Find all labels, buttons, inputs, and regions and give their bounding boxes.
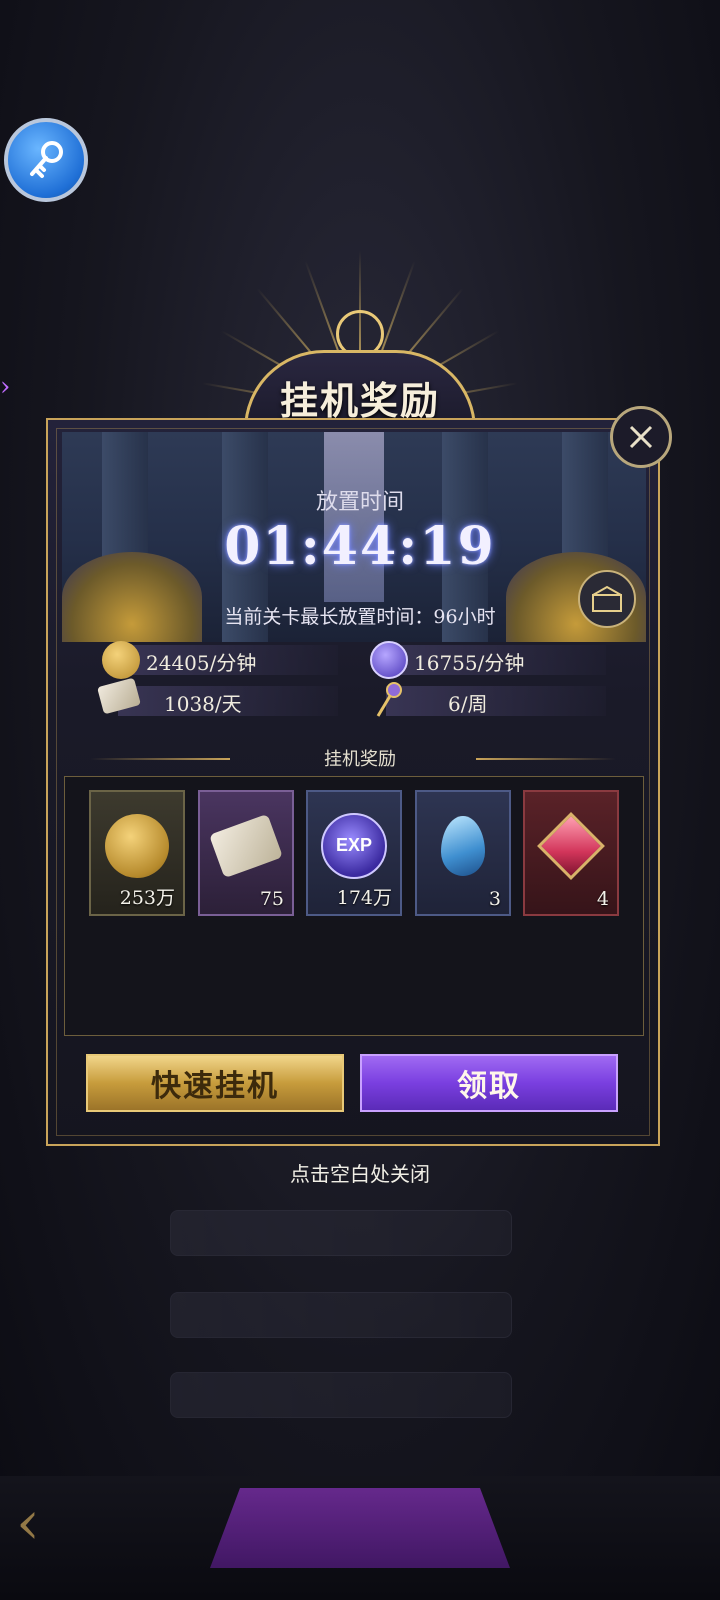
reward-count: 253万 [119,887,175,909]
back-arrow-icon: ‹ [16,1488,40,1558]
scroll-rate: 1038/天 [118,686,338,716]
gold-rate: 24405/分钟 [118,645,338,675]
red-gem-icon [537,811,605,880]
chest-badge[interactable] [578,570,636,628]
key-rate: 6/周 [386,686,606,716]
idle-timer: 01:44:19 [224,516,496,577]
reward-item-crystal[interactable]: 3 [415,790,511,916]
side-expand-arrow-icon[interactable]: › [0,372,24,402]
key-button[interactable] [4,118,88,202]
key-rate-text: 6/周 [448,692,488,716]
chest-icon [592,585,622,612]
scroll-icon [209,813,283,878]
reward-item-scroll[interactable]: 75 [198,790,294,916]
reward-item-gold[interactable]: 253万 [89,790,185,916]
close-button[interactable] [610,406,672,468]
gold-coin-icon [105,813,169,878]
blue-crystal-icon [441,815,485,876]
section-title: 挂机奖励 [324,749,396,770]
bottom-action-button [210,1488,510,1568]
reward-count: 174万 [336,887,392,909]
scroll-rate-text: 1038/天 [164,692,242,716]
exp-rate-text: 16755/分钟 [414,651,525,675]
exp-rate: 16755/分钟 [386,645,606,675]
reward-count: 75 [259,888,284,910]
background-row [170,1372,512,1418]
key-icon [30,141,63,178]
dialog-header: 挂机奖励 [160,240,560,430]
claim-button[interactable]: 领取 [360,1054,618,1112]
magic-key-icon [372,680,406,724]
background-row [170,1292,512,1338]
quick-idle-button[interactable]: 快速挂机 [86,1054,344,1112]
reward-count: 3 [488,888,501,910]
gold-rate-text: 24405/分钟 [146,651,257,675]
dialog-title: 挂机奖励 [279,378,440,423]
exp-orb-icon: EXP [321,812,387,879]
idle-time-label: 放置时间 [315,490,404,515]
exp-orb-icon [370,641,408,679]
reward-item-red-gem[interactable]: 4 [523,790,619,916]
close-hint: 点击空白处关闭 [290,1162,430,1186]
reward-item-exp[interactable]: EXP 174万 [306,790,402,916]
close-icon [629,425,653,449]
gold-coin-icon [102,641,140,679]
reward-count: 4 [596,888,609,910]
background-row [170,1210,512,1256]
